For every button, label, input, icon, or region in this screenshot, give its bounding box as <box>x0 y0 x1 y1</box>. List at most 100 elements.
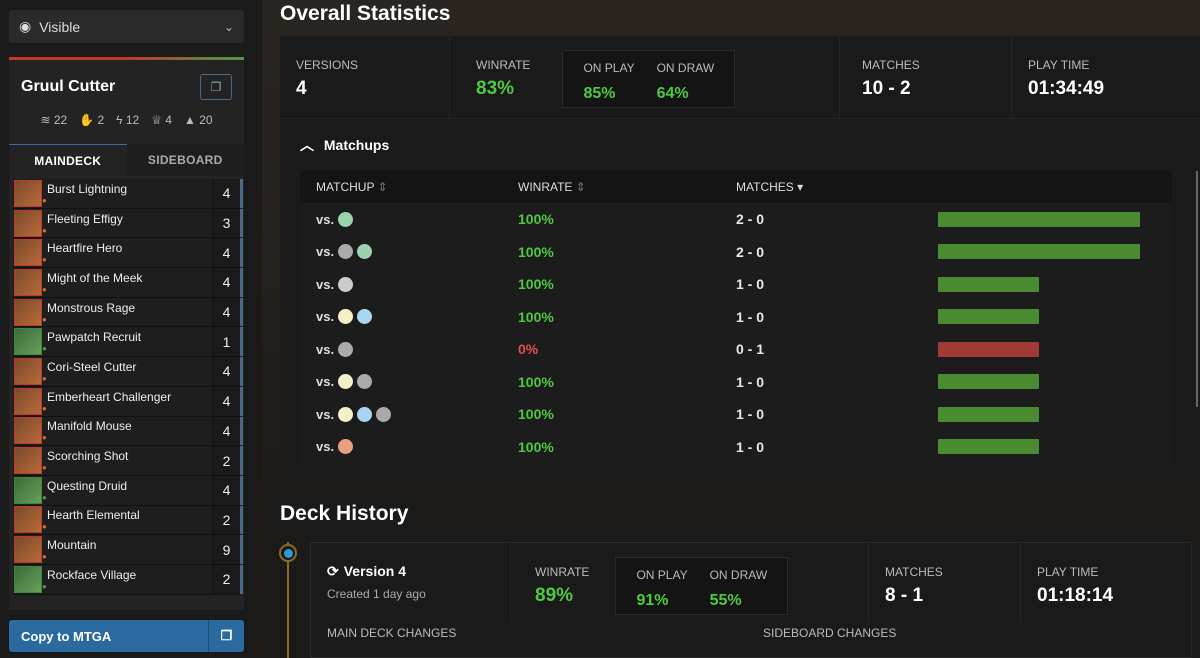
matches-label: MATCHES <box>862 58 920 72</box>
mana-cost-icon: ● <box>42 373 47 383</box>
on-play-label: ON PLAY <box>583 61 635 75</box>
sideboard-changes-label: SIDEBOARD CHANGES <box>763 626 897 640</box>
card-info: Mountain ● <box>42 538 96 561</box>
card-stripe <box>240 386 243 416</box>
winrate-column-header[interactable]: WINRATE ⇕ <box>518 180 736 194</box>
visibility-label: Visible <box>39 18 81 35</box>
mana-B-icon <box>338 244 354 260</box>
version-winrate-stat: WINRATE 89% ON PLAY 91% ON DRAW 55% <box>511 543 869 623</box>
mana-W-icon <box>338 309 354 325</box>
matches-cell: 2 - 0 <box>736 243 765 260</box>
version-card[interactable]: ⟳ Version 4 Created 1 day ago WINRATE 89%… <box>310 542 1192 658</box>
winrate-bar-cell <box>938 309 1172 325</box>
list-item[interactable]: Cori-Steel Cutter ● 4 <box>13 357 243 387</box>
version-playtime-stat: PLAY TIME 01:18:14 <box>1021 543 1191 623</box>
version-matches-label: MATCHES <box>885 565 943 579</box>
version-on-draw-value: 55% <box>709 592 742 609</box>
list-item[interactable]: Burst Lightning ● 4 <box>13 179 243 209</box>
creature-count: ≋ 22 <box>40 113 68 127</box>
matchups-toggle[interactable]: ︿ Matchups <box>300 135 389 155</box>
table-row[interactable]: vs. 100% 1 - 0 <box>300 398 1172 431</box>
winrate-bar <box>938 211 1140 227</box>
winrate-label: WINRATE <box>476 58 531 72</box>
matchup-cell: vs. <box>300 211 518 227</box>
overall-statistics-title: Overall Statistics <box>280 2 451 25</box>
card-quantity: 2 <box>212 446 240 475</box>
list-item[interactable]: Might of the Meek ● 4 <box>13 268 243 298</box>
winrate-stat: WINRATE 83% ON PLAY 85% ON DRAW 64% <box>450 36 840 118</box>
card-quantity: 4 <box>212 238 240 268</box>
mana-cost-icon: ● <box>42 403 47 413</box>
list-item[interactable]: Monstrous Rage ● 4 <box>13 297 243 328</box>
version-on-play-label: ON PLAY <box>636 568 688 582</box>
mana-cost-icon: ● <box>42 344 47 354</box>
card-art <box>14 447 42 475</box>
list-item[interactable]: Manifold Mouse ● 4 <box>13 416 243 447</box>
card-art <box>14 328 42 356</box>
card-art <box>14 209 42 237</box>
table-row[interactable]: vs. 0% 0 - 1 <box>300 333 1172 366</box>
card-stripe <box>240 268 243 297</box>
version-winrate-group: WINRATE 89% <box>535 565 589 623</box>
winrate-cell: 100% <box>518 373 554 390</box>
card-art <box>14 268 42 296</box>
list-item[interactable]: Fleeting Effigy ● 3 <box>13 208 243 239</box>
visibility-dropdown[interactable]: ◉ Visible ⌄ <box>9 10 244 43</box>
matches-cell: 1 - 0 <box>736 438 765 455</box>
card-stripe <box>240 327 243 357</box>
list-item[interactable]: Rockface Village ● 2 <box>13 564 243 595</box>
on-draw-group: ON DRAW 64% <box>657 61 715 103</box>
card-quantity: 1 <box>212 327 240 357</box>
matches-value: 10 - 2 <box>862 78 911 99</box>
mana-G-icon <box>357 244 373 260</box>
list-item[interactable]: Pawpatch Recruit ● 1 <box>13 327 243 358</box>
winrate-bar-cell <box>938 244 1172 260</box>
timeline-dot <box>279 544 297 562</box>
table-row[interactable]: vs. 100% 2 - 0 <box>300 235 1172 268</box>
list-item[interactable]: Heartfire Hero ● 4 <box>13 238 243 269</box>
matches-column-header[interactable]: MATCHES ▾ <box>736 180 938 194</box>
tab-maindeck[interactable]: MAINDECK <box>9 144 127 176</box>
matchup-cell: vs. <box>300 374 518 390</box>
table-row[interactable]: vs. 100% 1 - 0 <box>300 430 1172 463</box>
card-quantity: 4 <box>212 416 240 446</box>
table-row[interactable]: vs. 100% 1 - 0 <box>300 365 1172 398</box>
mana-cost-icon: ● <box>42 225 47 235</box>
table-row[interactable]: vs. 100% 2 - 0 <box>300 203 1172 236</box>
mana-B-icon <box>376 406 392 422</box>
version-on-draw-group: ON DRAW 55% <box>710 568 768 610</box>
card-quantity: 4 <box>212 357 240 386</box>
copy-to-mtga-button[interactable]: Copy to MTGA ❐ <box>9 620 244 652</box>
matches-cell: 1 - 0 <box>736 276 765 293</box>
winrate-bar <box>938 374 1039 390</box>
tab-sideboard[interactable]: SIDEBOARD <box>126 144 244 176</box>
matches-cell: 1 - 0 <box>736 406 765 423</box>
table-row[interactable]: vs. 100% 1 - 0 <box>300 300 1172 333</box>
chevron-up-icon: ︿ <box>300 137 314 153</box>
winrate-bar <box>938 276 1039 292</box>
card-info: Might of the Meek ● <box>42 271 142 294</box>
version-info: ⟳ Version 4 Created 1 day ago <box>311 543 511 623</box>
card-quantity: 2 <box>212 505 240 535</box>
list-item[interactable]: Hearth Elemental ● 2 <box>13 505 243 536</box>
copy-icon[interactable]: ❐ <box>200 74 232 100</box>
land-count: ▲ 20 <box>183 113 213 127</box>
version-matches-stat: MATCHES 8 - 1 <box>869 543 1021 623</box>
card-info: Burst Lightning ● <box>42 182 127 205</box>
matches-cell: 1 - 0 <box>736 373 765 390</box>
matchup-column-header[interactable]: MATCHUP ⇕ <box>300 180 518 194</box>
list-item[interactable]: Scorching Shot ● 2 <box>13 446 243 476</box>
card-info: Heartfire Hero ● <box>42 241 122 264</box>
card-stripe <box>240 475 243 505</box>
mana-B-icon <box>338 341 354 357</box>
version-created: Created 1 day ago <box>327 587 426 601</box>
list-item[interactable]: Emberheart Challenger ● 4 <box>13 386 243 417</box>
list-item[interactable]: Questing Druid ● 4 <box>13 475 243 506</box>
card-art <box>14 239 42 267</box>
winrate-value: 83% <box>476 78 515 99</box>
card-art <box>14 476 42 504</box>
list-item[interactable]: Mountain ● 9 <box>13 535 243 565</box>
card-name: Scorching Shot <box>47 449 129 464</box>
table-row[interactable]: vs. 100% 1 - 0 <box>300 268 1172 301</box>
matchups-scrollbar[interactable] <box>1196 171 1198 407</box>
